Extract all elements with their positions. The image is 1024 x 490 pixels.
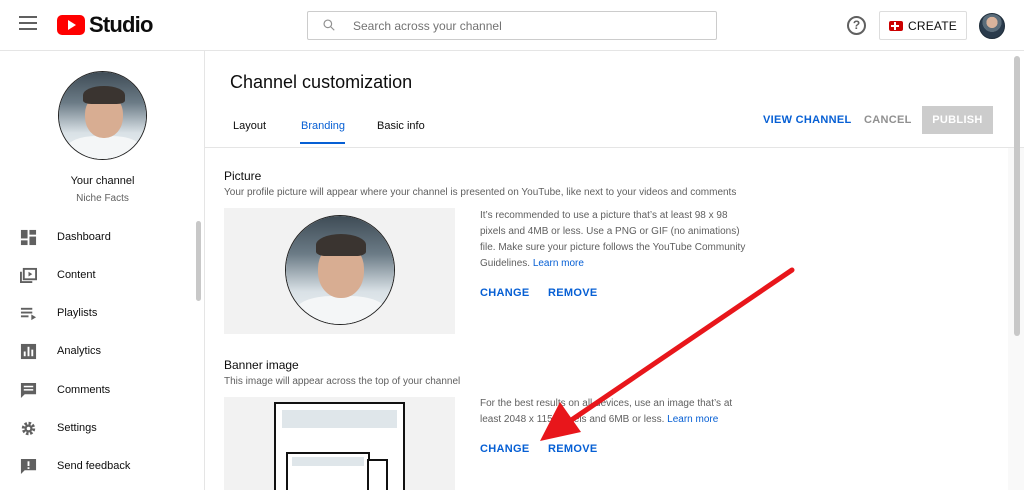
banner-description: This image will appear across the top of… — [224, 376, 461, 387]
active-tab-indicator — [300, 142, 345, 144]
gear-icon — [21, 421, 36, 435]
channel-name: Niche Facts — [76, 193, 129, 204]
profile-picture — [285, 215, 395, 325]
dashboard-icon — [20, 229, 37, 245]
search-icon — [323, 19, 335, 31]
picture-remove-button[interactable]: REMOVE — [548, 287, 597, 299]
feedback-icon — [20, 458, 37, 474]
banner-title: Banner image — [224, 358, 299, 372]
sidebar-item-label: Playlists — [57, 307, 98, 319]
tab-basic-info[interactable]: Basic info — [377, 120, 425, 132]
sidebar-item-send-feedback[interactable]: Send feedback — [0, 447, 200, 485]
page-title: Channel customization — [230, 72, 413, 92]
picture-info-text: It’s recommended to use a picture that’s… — [480, 210, 746, 269]
top-header: Studio ? CREATE — [0, 0, 1024, 51]
banner-info: For the best results on all devices, use… — [480, 396, 750, 428]
sidebar-item-label: Send feedback — [57, 460, 131, 472]
analytics-icon — [20, 343, 37, 359]
main-scrollbar[interactable] — [1014, 56, 1020, 336]
page-header: Channel customization Layout Branding Ba… — [205, 51, 1024, 148]
channel-title: Your channel — [70, 175, 135, 187]
sidebar-item-settings[interactable]: Settings — [0, 409, 200, 447]
sidebar-item-dashboard[interactable]: Dashboard — [0, 218, 200, 256]
sidebar-item-playlists[interactable]: Playlists — [0, 294, 200, 332]
video-plus-icon — [889, 20, 903, 31]
youtube-play-icon — [57, 15, 85, 35]
publish-button[interactable]: PUBLISH — [922, 106, 993, 134]
sidebar-item-label: Dashboard — [57, 231, 111, 243]
view-channel-button[interactable]: VIEW CHANNEL — [763, 114, 852, 126]
logo-text: Studio — [89, 12, 153, 37]
channel-avatar[interactable] — [58, 71, 147, 160]
banner-remove-button[interactable]: REMOVE — [548, 443, 597, 455]
sidebar-item-label: Settings — [57, 422, 97, 434]
playlists-icon — [20, 307, 37, 320]
comments-icon — [20, 382, 37, 398]
banner-preview — [224, 397, 455, 490]
picture-preview — [224, 208, 455, 334]
search-input[interactable] — [353, 17, 703, 35]
studio-logo[interactable]: Studio — [57, 12, 153, 37]
tab-branding[interactable]: Branding — [301, 120, 345, 132]
banner-learn-more-link[interactable]: Learn more — [667, 414, 718, 425]
sidebar-item-label: Analytics — [57, 345, 102, 357]
account-avatar[interactable] — [979, 13, 1005, 39]
help-icon[interactable]: ? — [847, 16, 866, 35]
mobile-preview — [367, 459, 388, 490]
picture-change-button[interactable]: CHANGE — [480, 287, 529, 299]
sidebar: Your channel Niche Facts Dashboard Conte… — [0, 51, 205, 490]
cancel-button[interactable]: CANCEL — [864, 114, 912, 126]
sidebar-scrollbar[interactable] — [196, 221, 201, 301]
picture-description: Your profile picture will appear where y… — [224, 187, 737, 198]
tv-preview — [286, 452, 370, 490]
banner-change-button[interactable]: CHANGE — [480, 443, 529, 455]
banner-device-illustration — [224, 397, 455, 490]
content-icon — [20, 267, 37, 283]
picture-info: It’s recommended to use a picture that’s… — [480, 208, 750, 272]
picture-learn-more-link[interactable]: Learn more — [533, 258, 584, 269]
search-bar — [307, 11, 717, 40]
sidebar-item-analytics[interactable]: Analytics — [0, 332, 200, 370]
branding-panel: Picture Your profile picture will appear… — [205, 148, 1008, 490]
create-label: CREATE — [908, 18, 957, 33]
picture-title: Picture — [224, 169, 262, 183]
sidebar-item-label: Content — [57, 269, 96, 281]
create-button[interactable]: CREATE — [879, 11, 967, 40]
menu-icon[interactable] — [19, 16, 37, 30]
sidebar-item-comments[interactable]: Comments — [0, 371, 200, 409]
sidebar-item-content[interactable]: Content — [0, 256, 200, 294]
sidebar-item-label: Comments — [57, 384, 111, 396]
tab-layout[interactable]: Layout — [233, 120, 266, 132]
